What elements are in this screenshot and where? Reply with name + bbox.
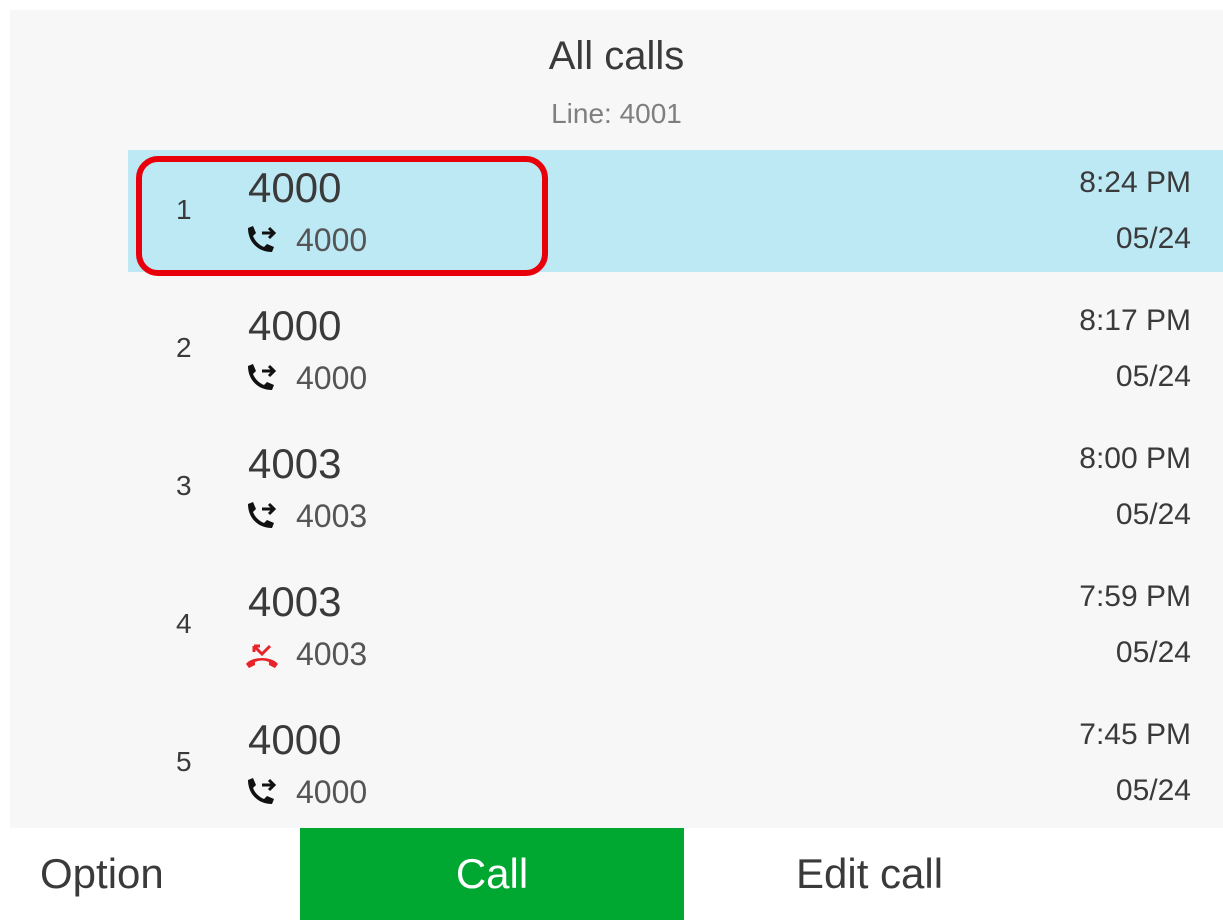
call-detail: 4000 bbox=[242, 358, 367, 398]
caller-name: 4000 bbox=[248, 716, 342, 763]
call-date: 05/24 bbox=[1115, 222, 1191, 255]
call-row[interactable]: 1 4000 4000 8:24 PM 05/24 bbox=[10, 150, 1223, 288]
call-index: 1 bbox=[176, 194, 192, 225]
call-row[interactable]: 4 4003 4003 7:59 PM 05/24 bbox=[10, 564, 1223, 702]
call-time: 8:24 PM bbox=[1079, 166, 1191, 199]
call-detail: 4003 bbox=[242, 634, 367, 674]
call-index: 2 bbox=[176, 332, 192, 363]
call-time: 7:59 PM bbox=[1079, 580, 1191, 613]
line-label: Line: 4001 bbox=[551, 98, 682, 129]
call-time: 7:45 PM bbox=[1079, 718, 1191, 751]
edit-call-softkey[interactable]: Edit call bbox=[796, 828, 943, 920]
outgoing-call-icon bbox=[248, 226, 277, 252]
call-index: 3 bbox=[176, 470, 192, 501]
caller-number: 4000 bbox=[296, 773, 368, 810]
call-time: 8:00 PM bbox=[1079, 442, 1191, 475]
outgoing-call-icon bbox=[248, 502, 277, 528]
call-list: 1 4000 4000 8:24 PM 05/24 2 4000 4000 8:… bbox=[10, 150, 1223, 840]
call-row[interactable]: 2 4000 4000 8:17 PM 05/24 bbox=[10, 288, 1223, 426]
call-index: 5 bbox=[176, 746, 192, 777]
call-date: 05/24 bbox=[1115, 774, 1191, 807]
call-detail: 4003 bbox=[242, 496, 367, 536]
missed-call-icon bbox=[246, 644, 278, 668]
caller-name: 4000 bbox=[248, 164, 342, 211]
call-time: 8:17 PM bbox=[1079, 304, 1191, 337]
caller-number: 4003 bbox=[296, 635, 368, 672]
call-row[interactable]: 3 4003 4003 8:00 PM 05/24 bbox=[10, 426, 1223, 564]
caller-number: 4003 bbox=[296, 497, 368, 534]
call-date: 05/24 bbox=[1115, 636, 1191, 669]
option-softkey[interactable]: Option bbox=[40, 828, 164, 920]
caller-name: 4003 bbox=[248, 578, 342, 625]
call-index: 4 bbox=[176, 608, 192, 639]
call-row[interactable]: 5 4000 4000 7:45 PM 05/24 bbox=[10, 702, 1223, 840]
caller-name: 4003 bbox=[248, 440, 342, 487]
call-history-screen: All calls Line: 4001 1 4000 4000 8:24 PM… bbox=[10, 10, 1223, 828]
caller-number: 4000 bbox=[296, 359, 368, 396]
page-title: All calls bbox=[548, 34, 685, 78]
outgoing-call-icon bbox=[248, 778, 277, 804]
caller-number: 4000 bbox=[296, 221, 368, 258]
caller-name: 4000 bbox=[248, 302, 342, 349]
call-detail: 4000 bbox=[242, 220, 367, 260]
call-date: 05/24 bbox=[1115, 498, 1191, 531]
call-date: 05/24 bbox=[1115, 360, 1191, 393]
call-detail: 4000 bbox=[242, 772, 367, 812]
outgoing-call-icon bbox=[248, 364, 277, 390]
call-softkey[interactable]: Call bbox=[300, 828, 684, 920]
softkey-bar: Option Call Edit call bbox=[0, 828, 1223, 920]
